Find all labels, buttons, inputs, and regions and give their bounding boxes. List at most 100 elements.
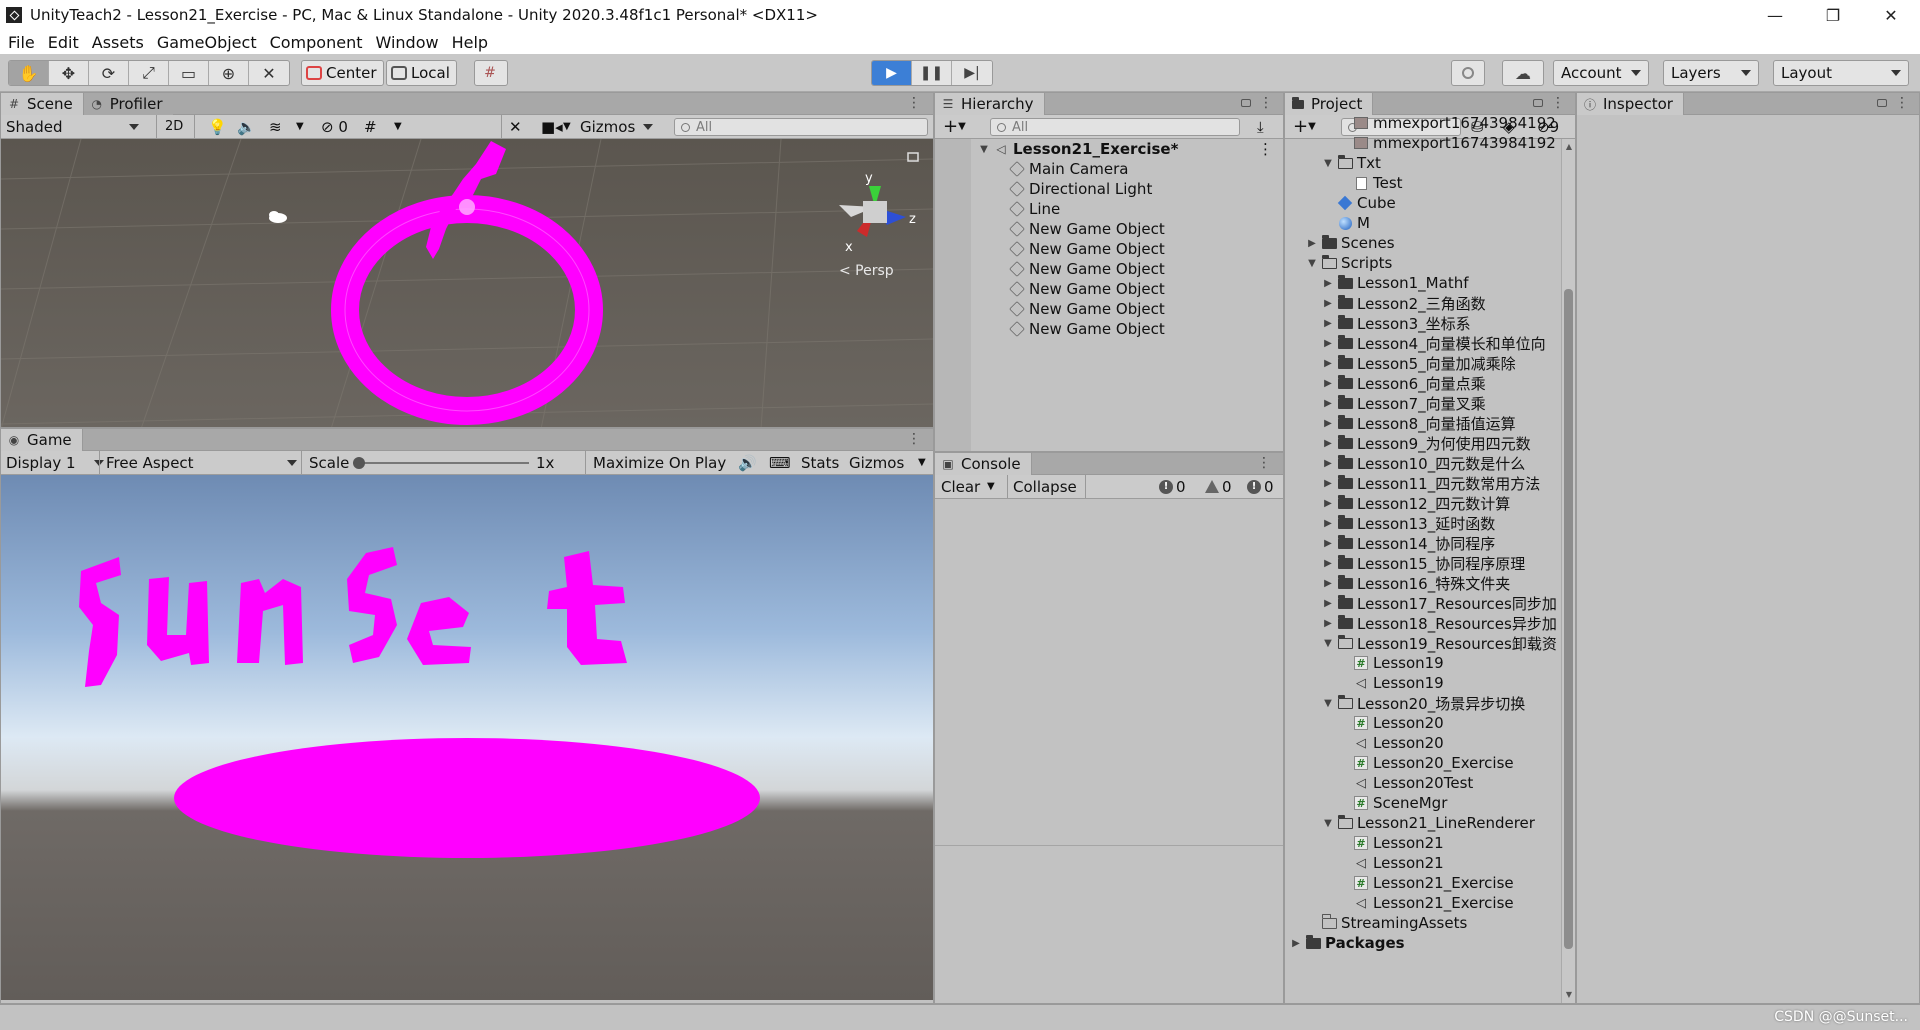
hierarchy-item[interactable]: New Game Object — [935, 239, 1283, 259]
project-item[interactable]: # SceneMgr — [1285, 793, 1561, 813]
project-item[interactable]: ▶ Lesson12_四元数计算 — [1285, 493, 1561, 513]
expand-arrow-icon[interactable]: ▼ — [1321, 698, 1335, 709]
collapse-arrow-icon[interactable]: ▶ — [1289, 938, 1303, 949]
project-item[interactable]: ▼ Lesson20_场景异步切换 — [1285, 693, 1561, 713]
lock-icon[interactable] — [1240, 99, 1251, 107]
project-item[interactable]: StreamingAssets — [1285, 913, 1561, 933]
project-item[interactable]: ▶ Lesson11_四元数常用方法 — [1285, 473, 1561, 493]
project-item[interactable]: ▶ Lesson4_向量模长和单位向 — [1285, 333, 1561, 353]
lighting-toggle-icon[interactable]: 💡 — [208, 115, 227, 138]
project-item[interactable]: ▶ Lesson10_四元数是什么 — [1285, 453, 1561, 473]
chevron-down-icon[interactable]: ▼ — [563, 115, 571, 138]
slider-handle[interactable] — [353, 456, 365, 469]
clear-button[interactable]: Clear — [941, 475, 980, 498]
collapse-arrow-icon[interactable]: ▶ — [1321, 318, 1335, 329]
menu-assets[interactable]: Assets — [90, 33, 151, 52]
account-dropdown[interactable]: Account — [1553, 60, 1649, 86]
panel-menu-icon[interactable]: ⋮ — [907, 431, 925, 447]
shading-dropdown[interactable]: Shaded — [6, 115, 139, 138]
project-item[interactable]: ▶ Lesson14_协同程序 — [1285, 533, 1561, 553]
gizmos-dropdown[interactable]: Gizmos — [580, 115, 654, 138]
add-object-button[interactable]: + ▼ — [943, 115, 966, 138]
project-scrollbar[interactable]: ▲ ▼ — [1561, 139, 1575, 1003]
warning-count-toggle[interactable]: 0 — [1205, 475, 1232, 498]
log-count-toggle[interactable]: ! 0 — [1159, 475, 1186, 498]
maximize-button[interactable]: ❐ — [1804, 0, 1862, 30]
scene-visibility-icon[interactable]: ⤓ — [1257, 115, 1264, 138]
project-item[interactable]: ▶ Lesson15_协同程序原理 — [1285, 553, 1561, 573]
project-item[interactable]: ▼ Scripts — [1285, 253, 1561, 273]
audio-toggle-icon[interactable]: 🔈 — [237, 115, 256, 138]
panel-menu-icon[interactable]: ⋮ — [1876, 95, 1913, 111]
hierarchy-item[interactable]: New Game Object — [935, 299, 1283, 319]
hierarchy-item[interactable]: Directional Light — [935, 179, 1283, 199]
expand-arrow-icon[interactable]: ▼ — [1321, 818, 1335, 829]
hierarchy-item[interactable]: New Game Object — [935, 259, 1283, 279]
tab-project[interactable]: Project — [1285, 93, 1374, 115]
rotate-tool-icon[interactable]: ⟳ — [89, 61, 129, 85]
project-item[interactable]: ◁ Lesson20 — [1285, 733, 1561, 753]
project-item[interactable]: ▶ Lesson18_Resources异步加 — [1285, 613, 1561, 633]
transform-tool-icon[interactable]: ⊕ — [209, 61, 249, 85]
lock-icon[interactable] — [1532, 99, 1543, 107]
2d-toggle[interactable]: 2D — [165, 115, 183, 138]
collapse-arrow-icon[interactable]: ▶ — [1321, 438, 1335, 449]
hierarchy-item[interactable]: New Game Object — [935, 219, 1283, 239]
collapse-arrow-icon[interactable]: ▶ — [1321, 618, 1335, 629]
collapse-arrow-icon[interactable]: ▶ — [1321, 298, 1335, 309]
collapse-arrow-icon[interactable]: ▶ — [1321, 578, 1335, 589]
minimize-button[interactable]: — — [1746, 0, 1804, 30]
project-item[interactable]: ▶ Lesson16_特殊文件夹 — [1285, 573, 1561, 593]
collapse-arrow-icon[interactable]: ▶ — [1321, 358, 1335, 369]
tab-game[interactable]: ◉ Game — [1, 429, 83, 451]
project-item[interactable]: # Lesson20_Exercise — [1285, 753, 1561, 773]
project-item[interactable]: ▶ Packages — [1285, 933, 1561, 953]
menu-window[interactable]: Window — [373, 33, 445, 52]
project-item[interactable]: ▼ Txt — [1285, 153, 1561, 173]
close-button[interactable]: ✕ — [1862, 0, 1920, 30]
custom-tool-icon[interactable]: ✕ — [249, 61, 289, 85]
hierarchy-item[interactable]: New Game Object — [935, 279, 1283, 299]
hierarchy-item[interactable]: Main Camera — [935, 159, 1283, 179]
collapse-arrow-icon[interactable]: ▶ — [1321, 498, 1335, 509]
persp-label[interactable]: < Persp — [839, 263, 894, 279]
project-item[interactable]: ◁ Lesson21 — [1285, 853, 1561, 873]
collapse-arrow-icon[interactable]: ▶ — [1321, 418, 1335, 429]
hidden-objects-toggle[interactable]: ⊘ 0 — [321, 115, 348, 138]
project-item[interactable]: ▶ Lesson3_坐标系 — [1285, 313, 1561, 333]
project-item[interactable]: Cube — [1285, 193, 1561, 213]
stats-toggle[interactable]: Stats — [801, 451, 839, 474]
expand-arrow-icon[interactable]: ▼ — [1321, 638, 1335, 649]
layers-dropdown[interactable]: Layers — [1663, 60, 1759, 86]
project-item[interactable]: ▶ Lesson1_Mathf — [1285, 273, 1561, 293]
project-item[interactable]: ▶ Lesson9_为何使用四元数 — [1285, 433, 1561, 453]
collapse-arrow-icon[interactable]: ▶ — [1321, 558, 1335, 569]
keyboard-icon[interactable]: ⌨ — [769, 451, 791, 474]
project-item[interactable]: ◁ Lesson20Test — [1285, 773, 1561, 793]
row-menu-icon[interactable]: ⋮ — [1258, 140, 1273, 158]
expand-arrow-icon[interactable]: ▼ — [1321, 158, 1335, 169]
project-item[interactable]: ◁ Lesson19 — [1285, 673, 1561, 693]
maximize-on-play-toggle[interactable]: Maximize On Play — [593, 451, 726, 474]
collapse-arrow-icon[interactable]: ▶ — [1321, 518, 1335, 529]
chevron-down-icon[interactable]: ▼ — [987, 475, 995, 498]
project-item[interactable]: ▶ Scenes — [1285, 233, 1561, 253]
aspect-dropdown[interactable]: Free Aspect — [106, 451, 297, 474]
tab-hierarchy[interactable]: ☰ Hierarchy — [935, 93, 1045, 115]
collapse-arrow-icon[interactable]: ▶ — [1321, 378, 1335, 389]
rect-tool-icon[interactable]: ▭ — [169, 61, 209, 85]
project-item[interactable]: ▶ Lesson17_Resources同步加 — [1285, 593, 1561, 613]
play-button[interactable]: ▶ — [872, 61, 912, 85]
menu-file[interactable]: File — [6, 33, 42, 52]
collab-button[interactable] — [1451, 60, 1485, 86]
grid-snap-button[interactable]: # — [474, 60, 508, 86]
lock-icon[interactable] — [1876, 99, 1887, 107]
project-item[interactable]: # Lesson19 — [1285, 653, 1561, 673]
panel-menu-icon[interactable]: ⋮ — [1240, 95, 1277, 111]
project-item[interactable]: ▶ Lesson6_向量点乘 — [1285, 373, 1561, 393]
project-item[interactable]: ◁ Lesson21_Exercise — [1285, 893, 1561, 913]
scene-viewport[interactable]: y z x < Persp — [1, 139, 933, 427]
project-item[interactable]: M — [1285, 213, 1561, 233]
step-button[interactable]: ▶| — [952, 61, 992, 85]
tab-scene[interactable]: # Scene — [1, 93, 84, 115]
